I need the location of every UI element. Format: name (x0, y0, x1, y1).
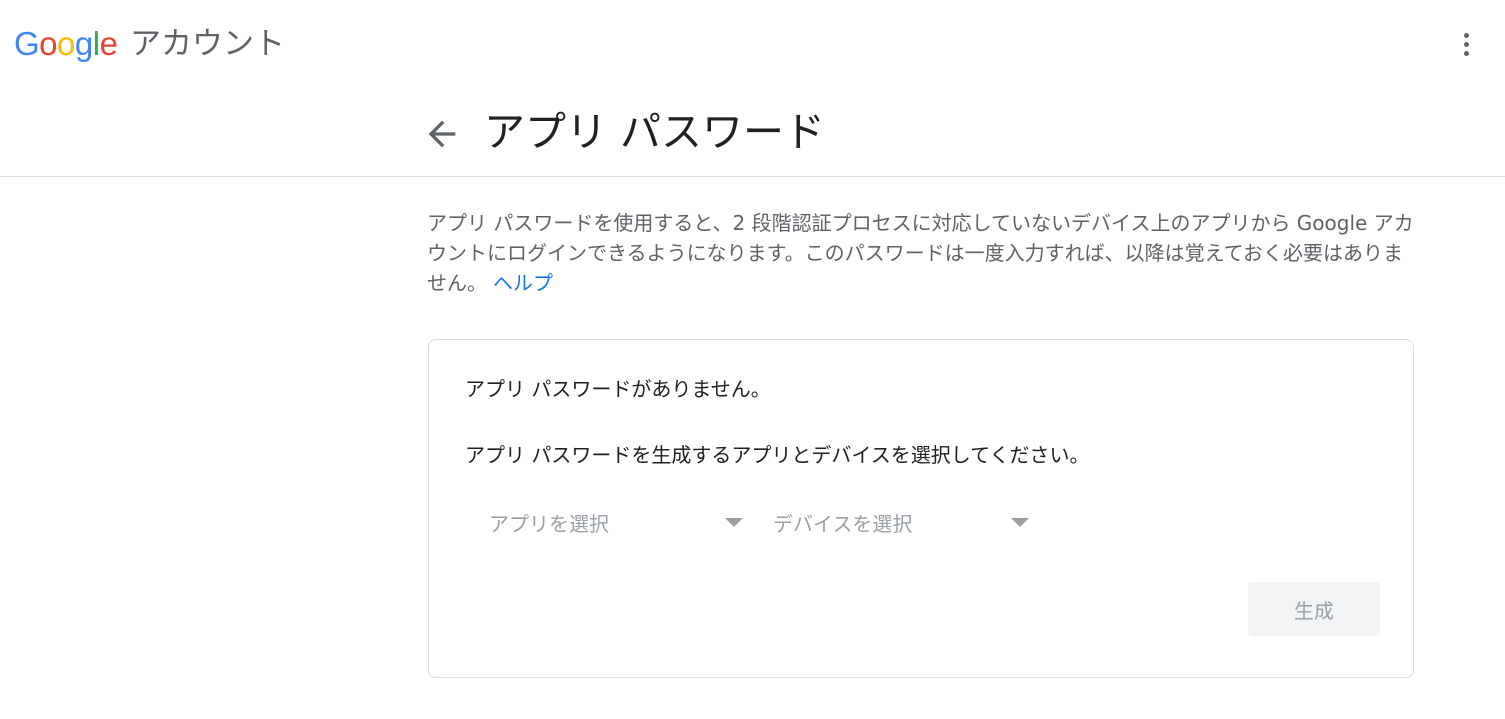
device-select-dropdown[interactable]: デバイスを選択 (773, 503, 1029, 541)
logo-letter: l (92, 25, 100, 62)
dropdown-arrow-icon (1011, 517, 1029, 527)
page-title: アプリ パスワード (484, 108, 826, 156)
logo-letter: o (57, 25, 75, 62)
description-text: アプリ パスワードを使用すると、2 段階認証プロセスに対応していないデバイス上の… (427, 211, 1414, 295)
logo-letter: o (39, 25, 58, 62)
logo-letter: g (74, 25, 93, 62)
page-description: アプリ パスワードを使用すると、2 段階認証プロセスに対応していないデバイス上の… (427, 208, 1417, 298)
product-name[interactable]: アカウント (130, 24, 285, 64)
dropdown-arrow-icon (725, 517, 743, 527)
empty-state-text: アプリ パスワードがありません。 (465, 377, 771, 401)
arrow-back-icon (428, 120, 456, 148)
instructions-text: アプリ パスワードを生成するアプリとデバイスを選択してください。 (465, 443, 1090, 467)
app-select-dropdown[interactable]: アプリを選択 (489, 503, 743, 541)
app-password-card: アプリ パスワードがありません。 アプリ パスワードを生成するアプリとデバイスを… (428, 339, 1414, 678)
page-header: アプリ パスワード (0, 88, 1505, 177)
device-select-label: デバイスを選択 (773, 511, 913, 536)
google-logo[interactable]: Google (14, 22, 118, 66)
top-bar: Google アカウント (0, 0, 1505, 88)
more-vert-icon[interactable] (1448, 24, 1484, 64)
app-select-label: アプリを選択 (489, 511, 609, 536)
generate-button[interactable]: 生成 (1248, 582, 1380, 636)
logo-letter: G (14, 25, 40, 62)
help-link[interactable]: ヘルプ (493, 271, 553, 295)
logo-letter: e (99, 25, 118, 62)
back-button[interactable] (422, 114, 462, 154)
